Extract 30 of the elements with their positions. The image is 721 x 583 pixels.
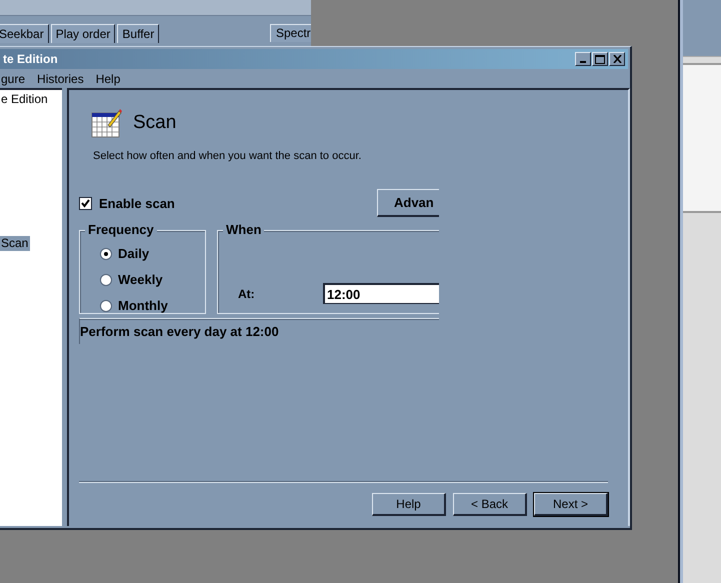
group-title: Frequency <box>85 222 157 238</box>
menu-item[interactable]: Help <box>90 72 126 86</box>
maximize-icon <box>595 54 605 64</box>
tab[interactable]: Spectr <box>270 24 311 42</box>
advanced-button[interactable]: Advan <box>377 189 439 217</box>
page-description: Select how often and when you want the scan to occur. <box>93 149 362 163</box>
wizard-button[interactable]: < Back <box>453 493 527 516</box>
tree-item[interactable]: e Edition <box>0 92 50 107</box>
maximize-button[interactable] <box>592 52 608 66</box>
page-title: Scan <box>133 112 176 134</box>
checkmark-icon <box>81 198 90 208</box>
menu-item[interactable]: Histories <box>31 72 90 86</box>
frequency-radio[interactable]: Weekly <box>100 271 205 288</box>
schedule-summary: Perform scan every day at 12:00 <box>79 318 439 344</box>
close-button[interactable] <box>609 52 625 66</box>
tab[interactable]: Play order <box>50 24 116 43</box>
tab[interactable]: Buffer <box>117 24 160 43</box>
tree-item[interactable]: Scan <box>0 236 30 251</box>
enable-scan-checkbox[interactable]: Enable scan <box>79 196 175 210</box>
window-title: te Edition <box>3 52 58 66</box>
frequency-radio[interactable]: Monthly <box>100 297 205 314</box>
time-field[interactable]: 12:00 <box>323 283 439 304</box>
minimize-button[interactable] <box>575 52 591 66</box>
menu-item[interactable]: gure <box>0 72 32 86</box>
frequency-radio[interactable]: Daily <box>100 245 205 262</box>
calendar-icon <box>91 108 122 138</box>
close-icon <box>612 55 622 63</box>
wizard-button[interactable]: Help <box>372 493 446 516</box>
at-label: At: <box>238 286 256 303</box>
wizard-button[interactable]: Next > <box>534 493 608 516</box>
